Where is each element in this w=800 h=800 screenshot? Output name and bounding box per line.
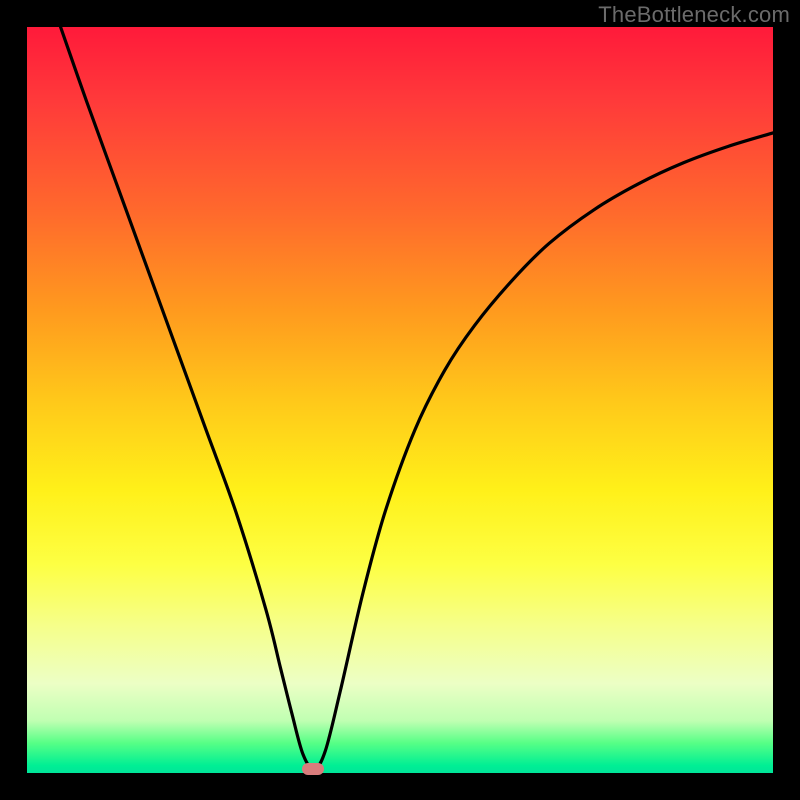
bottleneck-curve [27, 27, 773, 773]
min-marker [302, 763, 324, 775]
watermark-text: TheBottleneck.com [598, 2, 790, 28]
plot-area [27, 27, 773, 773]
chart-frame: TheBottleneck.com [0, 0, 800, 800]
